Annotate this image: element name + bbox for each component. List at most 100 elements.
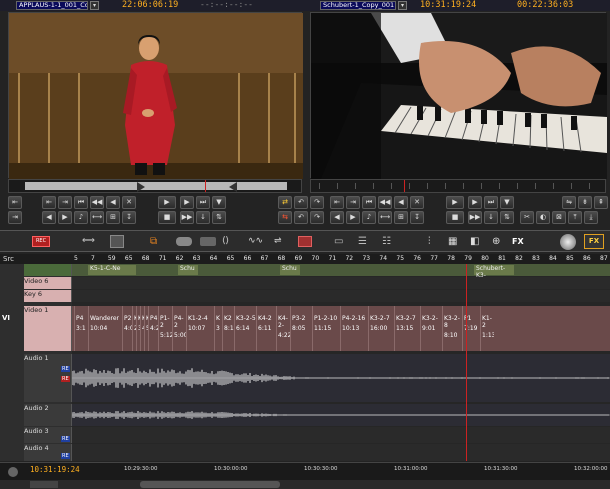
trim-mode-icon[interactable]: ⟨⟩ (222, 236, 240, 247)
rec-overwrite-button[interactable]: ↓ (484, 211, 498, 224)
replace-button[interactable]: ⇅ (212, 211, 226, 224)
key6-header[interactable]: Key 6 (24, 290, 72, 302)
effect-editor-icon[interactable]: ⧉ (150, 235, 164, 248)
audio3-track[interactable] (72, 427, 610, 443)
trim-button[interactable]: ⟷ (90, 211, 104, 224)
settings-icon[interactable]: ☷ (382, 235, 402, 248)
red-marker-icon[interactable] (298, 236, 312, 247)
color-correction-icon[interactable]: ◧ (470, 235, 486, 248)
timeline-clip[interactable]: K2 8:1 (222, 306, 234, 351)
rec-next-edit-button[interactable]: ⏭ (484, 196, 498, 209)
waveform-icon[interactable]: ∿∿ (248, 236, 266, 247)
record-position-bar[interactable] (310, 179, 606, 193)
audio2-header[interactable]: Audio 2 (24, 404, 72, 426)
video1-header[interactable]: Video 1 (24, 306, 72, 351)
video6-header[interactable]: Video 6 (24, 277, 72, 289)
record-playhead[interactable] (404, 180, 405, 192)
menu-icon[interactable]: ☰ (358, 235, 378, 248)
grid-icon[interactable]: ▦ (448, 235, 464, 248)
record-extract-icon[interactable]: ↷ (310, 196, 324, 209)
mark-in-button[interactable]: ⇤ (42, 196, 56, 209)
timeline-clip[interactable]: K3-2-8 8:10 (442, 306, 462, 351)
match-frame-button[interactable]: ⊞ (106, 211, 120, 224)
step-back-10-button[interactable]: ◀◀ (90, 196, 104, 209)
filler-track[interactable]: K5-1-C-Ne Schu Schu Schubert-K3- (72, 264, 610, 279)
rec-trim-button[interactable]: ⟷ (378, 211, 392, 224)
timeline-scrollbar[interactable] (0, 480, 610, 489)
audio1-record-badge[interactable]: RE (61, 366, 70, 372)
timeline-clip[interactable]: P1 7:19 (462, 306, 480, 351)
sync-lock-icon[interactable]: ⇄ (278, 196, 292, 209)
filler-clip-4[interactable]: Schubert-K3- (474, 265, 514, 279)
rec-jog-forward-button[interactable]: ▶ (346, 211, 360, 224)
timeline-playhead[interactable] (466, 264, 467, 461)
mark-clip-button[interactable]: ▼ (212, 196, 226, 209)
rec-mark-in-button[interactable]: ⇤ (330, 196, 344, 209)
play-button[interactable]: ▶ (158, 196, 176, 209)
effects-palette-icon[interactable]: FX (512, 235, 532, 248)
timeline-clip[interactable]: P3-2 8:05 (290, 306, 312, 351)
video6-track[interactable] (72, 277, 610, 289)
step-back-button[interactable]: ◀ (106, 196, 120, 209)
rec-play-button[interactable]: ▶ (446, 196, 464, 209)
timeline-clip[interactable]: Wanderer 10:04 (88, 306, 122, 351)
motion-effect-icon[interactable]: ⊕ (492, 235, 508, 248)
record-lift-icon[interactable]: ↶ (294, 196, 308, 209)
audio-scrub-button[interactable]: ♪ (74, 211, 88, 224)
record-clip-menu-icon[interactable]: ▾ (398, 1, 407, 10)
rec-stop-button[interactable]: ■ (446, 211, 464, 224)
timeline-clip[interactable]: K3-2- 9:01 (420, 306, 442, 351)
timeline-clip[interactable]: K1-2-4 10:07 (186, 306, 214, 351)
timeline-clip[interactable]: K1-2 1:13 (480, 306, 494, 351)
monitor-layout-icon[interactable]: ▭ (334, 235, 354, 248)
fx-badge[interactable]: FX (584, 234, 604, 249)
render-button[interactable]: ◐ (536, 211, 550, 224)
rec-match-button[interactable]: ⊞ (394, 211, 408, 224)
source-monitor-video[interactable] (8, 12, 303, 179)
rec-jog-back-button[interactable]: ◀ (330, 211, 344, 224)
timeline-view-icon[interactable] (110, 235, 124, 248)
toggle-source-record-icon[interactable]: ⇆ (278, 211, 292, 224)
key6-track[interactable] (72, 290, 610, 302)
segment-mode-button[interactable]: ⇋ (562, 196, 576, 209)
video-quality-icon[interactable]: ⟺ (82, 236, 102, 247)
quick-transition-button[interactable]: ⊠ (552, 211, 566, 224)
extract-icon[interactable]: ⇥ (8, 211, 22, 224)
rec-step-forward-button[interactable]: ▶ (468, 196, 482, 209)
audio2-track[interactable] (71, 404, 610, 426)
source-position-bar[interactable] (8, 179, 302, 193)
source-clip-name[interactable]: APPLAUS-1-1_001_Cop (16, 1, 88, 10)
toggle-source-icon[interactable] (176, 237, 192, 246)
scrollbar-thumb[interactable] (140, 481, 280, 488)
timeline-clip[interactable]: P1-2-10 11:15 (312, 306, 340, 351)
timeline-menu-icon[interactable] (8, 467, 18, 477)
fast-forward-button[interactable]: ▶▶ (180, 211, 194, 224)
lift-icon[interactable]: ⇤ (8, 196, 22, 209)
audio4-record-badge[interactable]: RE (61, 453, 70, 459)
audio4-track[interactable] (72, 444, 610, 461)
splice-in-button[interactable]: ↧ (122, 211, 136, 224)
stop-button[interactable]: ■ (158, 211, 176, 224)
lift-overwrite-button[interactable]: ⇟ (578, 196, 592, 209)
record-button[interactable]: REC (32, 236, 50, 247)
filler-clip-3[interactable]: Schu (280, 265, 300, 275)
rec-fast-forward-button[interactable]: ▶▶ (468, 211, 482, 224)
timeline-clip[interactable]: P24:0 (122, 306, 132, 351)
source-clip-menu-icon[interactable]: ▾ (90, 1, 99, 10)
filler-clip-1[interactable]: K5-1-C-Ne (88, 265, 136, 275)
tail-button[interactable]: ⤓ (584, 211, 598, 224)
audio3-record-badge[interactable]: RE (61, 436, 70, 442)
timeline-clip[interactable]: P1-2 5:12 (158, 306, 172, 351)
video1-track[interactable]: P43:1Wanderer10:04P24:0K2:K3K4K5P44:28P1… (72, 306, 610, 351)
filler-track-header[interactable] (24, 264, 72, 276)
redo-icon[interactable]: ↷ (310, 211, 324, 224)
jog-forward-button[interactable]: ▶ (58, 211, 72, 224)
vi-track-select[interactable]: VI (2, 314, 10, 322)
step-forward-button[interactable]: ▶ (180, 196, 194, 209)
timeline-clip[interactable]: K3 (214, 306, 222, 351)
rec-splice-button[interactable]: ↧ (410, 211, 424, 224)
rec-replace-button[interactable]: ⇅ (500, 211, 514, 224)
rec-go-in-button[interactable]: ⏮ (362, 196, 376, 209)
audio1-track[interactable] (71, 354, 610, 402)
add-edit-button[interactable]: ✂ (520, 211, 534, 224)
